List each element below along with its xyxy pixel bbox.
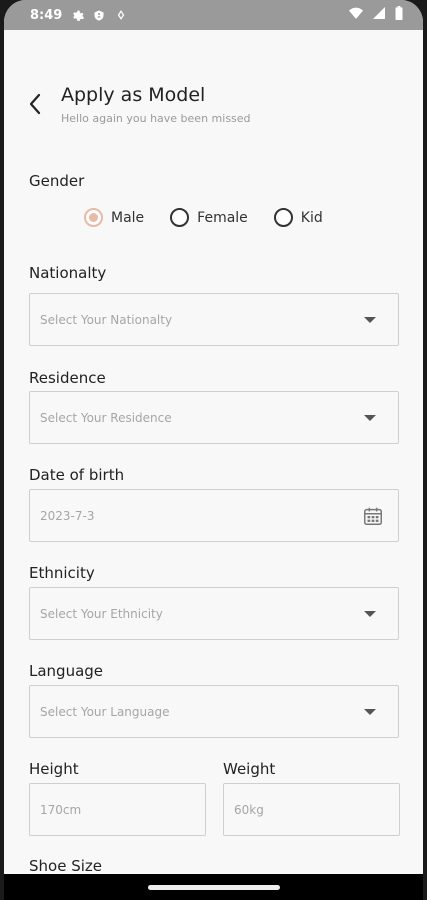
dropdown-arrow-icon — [364, 610, 376, 617]
language-dropdown[interactable]: Select Your Language — [29, 685, 399, 738]
settings-icon — [70, 8, 84, 22]
page-subtitle: Hello again you have been missed — [61, 112, 251, 125]
dob-label: Date of birth — [29, 466, 125, 484]
status-bar: 8:49 — [4, 0, 423, 30]
radio-male-indicator[interactable] — [84, 208, 103, 227]
status-right-icons — [349, 6, 403, 24]
nationality-dropdown[interactable]: Select Your Nationalty — [29, 293, 399, 346]
weight-input[interactable]: 60kg — [223, 783, 400, 836]
nationality-label: Nationalty — [29, 264, 107, 282]
wifi-icon — [349, 7, 363, 23]
system-nav-bar — [4, 874, 423, 900]
gender-radio-group: Male Female Kid — [84, 208, 323, 227]
residence-dropdown[interactable]: Select Your Residence — [29, 391, 399, 444]
radio-female[interactable]: Female — [170, 208, 248, 227]
app-screen: 8:49 Apply as Model Hello again you have… — [4, 0, 423, 900]
height-label: Height — [29, 760, 79, 778]
shoe-size-label: Shoe Size — [29, 857, 102, 875]
page-title: Apply as Model — [61, 84, 206, 106]
battery-icon — [395, 6, 403, 24]
radio-male-label: Male — [111, 209, 145, 226]
radio-kid-indicator[interactable] — [273, 208, 293, 227]
radio-female-indicator[interactable] — [170, 208, 190, 227]
radio-male[interactable]: Male — [84, 208, 144, 227]
language-placeholder: Select Your Language — [40, 704, 170, 719]
height-placeholder: 170cm — [40, 802, 82, 817]
home-indicator[interactable] — [147, 884, 280, 890]
height-input[interactable]: 170cm — [29, 783, 206, 836]
signal-icon — [373, 7, 385, 23]
weight-placeholder: 60kg — [234, 802, 264, 817]
dob-value: 2023-7-3 — [40, 508, 95, 523]
shield-icon — [92, 8, 106, 22]
radio-kid-label: Kid — [300, 209, 323, 226]
back-button[interactable] — [24, 92, 48, 116]
header: Apply as Model Hello again you have been… — [4, 82, 423, 132]
calendar-icon[interactable] — [362, 505, 384, 527]
nationality-placeholder: Select Your Nationalty — [40, 312, 173, 327]
ethnicity-dropdown[interactable]: Select Your Ethnicity — [29, 587, 399, 640]
gender-label: Gender — [29, 172, 85, 190]
dropdown-arrow-icon — [364, 708, 376, 715]
dropdown-arrow-icon — [364, 414, 376, 421]
radio-female-label: Female — [197, 209, 248, 226]
status-time: 8:49 — [30, 7, 63, 23]
ethnicity-placeholder: Select Your Ethnicity — [40, 606, 163, 621]
location-icon — [114, 8, 128, 22]
residence-placeholder: Select Your Residence — [40, 410, 172, 425]
residence-label: Residence — [29, 369, 106, 387]
weight-label: Weight — [223, 760, 276, 778]
dropdown-arrow-icon — [364, 316, 376, 323]
dob-field[interactable]: 2023-7-3 — [29, 489, 399, 542]
radio-kid[interactable]: Kid — [273, 208, 323, 227]
back-arrow-icon — [29, 93, 41, 115]
language-label: Language — [29, 662, 104, 680]
ethnicity-label: Ethnicity — [29, 564, 95, 582]
